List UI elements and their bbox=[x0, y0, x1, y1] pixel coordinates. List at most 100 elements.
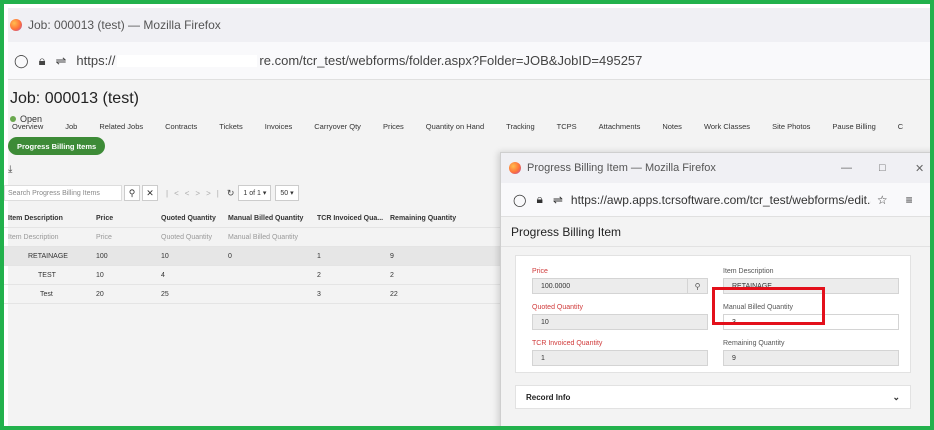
url-redaction bbox=[117, 54, 258, 67]
tab-related-jobs[interactable]: Related Jobs bbox=[99, 122, 143, 131]
tab-job[interactable]: Job bbox=[65, 122, 77, 131]
table-cell: 10 bbox=[161, 253, 169, 260]
remaining-quantity-value: 9 bbox=[732, 354, 736, 362]
popup-heading: Progress Billing Item bbox=[501, 217, 930, 247]
tab-tracking[interactable]: Tracking bbox=[506, 122, 534, 131]
table-cell: 20 bbox=[96, 291, 104, 298]
page-size-select[interactable]: 50 ▾ bbox=[275, 185, 299, 201]
job-tabs: Overview Job Related Jobs Contracts Tick… bbox=[12, 122, 930, 131]
pager-text: 1 of 1 bbox=[243, 189, 261, 197]
table-cell: Test bbox=[40, 291, 53, 298]
chevron-down-icon[interactable]: ⌄ bbox=[892, 392, 900, 403]
tab-progress-billing-items[interactable]: Progress Billing Items bbox=[8, 137, 106, 155]
billing-items-grid: Item Description Price Quoted Quantity M… bbox=[4, 209, 500, 304]
item-description-label: Item Description bbox=[723, 268, 774, 275]
popup-url-text: https://awp.apps.tcrsoftware.com/tcr_tes… bbox=[570, 192, 871, 207]
table-cell: 22 bbox=[390, 291, 398, 298]
close-window-icon[interactable]: ✕ bbox=[915, 162, 924, 175]
popup-url-bar[interactable]: ◯ 🔒︎ ⇌ https://awp.apps.tcrsoftware.com/… bbox=[501, 183, 930, 217]
tab-quantity-on-hand[interactable]: Quantity on Hand bbox=[426, 122, 484, 131]
table-cell: 100 bbox=[96, 253, 108, 260]
tab-overview[interactable]: Overview bbox=[12, 122, 43, 131]
tcr-invoiced-quantity-field[interactable]: 1 bbox=[532, 350, 708, 366]
price-label: Price bbox=[532, 268, 548, 275]
bookmark-star-icon[interactable]: ☆ bbox=[877, 193, 888, 207]
col-header[interactable]: Manual Billed Quantity bbox=[228, 215, 303, 222]
table-cell: 1 bbox=[317, 253, 321, 260]
search-icon[interactable]: ⚲ bbox=[687, 278, 707, 294]
shield-icon[interactable]: ◯ bbox=[14, 53, 29, 69]
refresh-icon[interactable]: ↻ bbox=[227, 188, 235, 199]
permissions-icon[interactable]: ⇌ bbox=[553, 193, 563, 207]
page-title: Job: 000013 (test) bbox=[10, 90, 139, 107]
popup-titlebar: Progress Billing Item — Mozilla Firefox … bbox=[501, 153, 930, 183]
tab-notes[interactable]: Notes bbox=[662, 122, 682, 131]
tcr-invoiced-quantity-label: TCR Invoiced Quantity bbox=[532, 340, 603, 347]
shield-icon[interactable]: ◯ bbox=[513, 193, 526, 207]
popup-window-title: Progress Billing Item — Mozilla Firefox bbox=[527, 162, 716, 174]
search-icon[interactable]: ⚲ bbox=[124, 185, 140, 201]
tab-contracts[interactable]: Contracts bbox=[165, 122, 197, 131]
grid-toolbar: Search Progress Billing Items ⚲ ✕ |<<>>|… bbox=[4, 184, 504, 202]
screenshot-frame: Job: 000013 (test) — Mozilla Firefox ◯ 🔒… bbox=[0, 0, 934, 430]
col-header[interactable]: Remaining Quantity bbox=[390, 215, 456, 222]
page-size-text: 50 bbox=[280, 189, 289, 197]
col-header[interactable]: TCR Invoiced Qua... bbox=[317, 215, 383, 222]
tcr-invoiced-quantity-value: 1 bbox=[541, 354, 545, 362]
remaining-quantity-field[interactable]: 9 bbox=[723, 350, 899, 366]
main-window-title: Job: 000013 (test) — Mozilla Firefox bbox=[28, 18, 221, 32]
close-icon[interactable]: ✕ bbox=[142, 185, 158, 201]
table-row[interactable]: TEST 10 4 2 2 bbox=[4, 266, 500, 285]
tab-tcps[interactable]: TCPS bbox=[557, 122, 577, 131]
maximize-icon[interactable]: □ bbox=[879, 162, 886, 174]
table-cell: 10 bbox=[96, 272, 104, 279]
download-icon[interactable]: ⤓ bbox=[8, 164, 12, 175]
table-cell: 9 bbox=[390, 253, 394, 260]
permissions-icon[interactable]: ⇌ bbox=[55, 53, 66, 69]
table-row[interactable]: Test 20 25 3 22 bbox=[4, 285, 500, 304]
search-input[interactable]: Search Progress Billing Items bbox=[4, 185, 122, 201]
popup-body: Price 100.0000 ⚲ Item Description RETAIN… bbox=[501, 247, 930, 426]
lock-icon[interactable]: 🔒︎ bbox=[536, 192, 542, 207]
minimize-icon[interactable]: — bbox=[841, 162, 852, 174]
table-cell: TEST bbox=[38, 272, 56, 279]
quoted-quantity-label: Quoted Quantity bbox=[532, 304, 583, 311]
lock-icon[interactable]: 🔒︎ bbox=[39, 53, 46, 69]
url-prefix: https:// bbox=[76, 53, 116, 68]
filter-input[interactable]: Price bbox=[96, 234, 112, 241]
tab-prices[interactable]: Prices bbox=[383, 122, 404, 131]
record-info-panel[interactable]: Record Info ⌄ bbox=[515, 385, 911, 409]
quoted-quantity-value: 10 bbox=[541, 318, 549, 326]
quoted-quantity-field[interactable]: 10 bbox=[532, 314, 708, 330]
price-value: 100.0000 bbox=[541, 282, 571, 290]
tab-site-photos[interactable]: Site Photos bbox=[772, 122, 810, 131]
table-cell: 0 bbox=[228, 253, 232, 260]
table-cell: 2 bbox=[390, 272, 394, 279]
tab-tickets[interactable]: Tickets bbox=[219, 122, 242, 131]
main-url-bar[interactable]: ◯ 🔒︎ ⇌ https:// re.com/tcr_test/webforms… bbox=[8, 42, 930, 80]
pager-select[interactable]: 1 of 1 ▾ bbox=[238, 185, 272, 201]
grid-filter-row: Item Description Price Quoted Quantity M… bbox=[4, 228, 500, 247]
col-header[interactable]: Quoted Quantity bbox=[161, 215, 216, 222]
tab-invoices[interactable]: Invoices bbox=[265, 122, 293, 131]
tab-work-classes[interactable]: Work Classes bbox=[704, 122, 750, 131]
col-header[interactable]: Price bbox=[96, 215, 113, 222]
tab-attachments[interactable]: Attachments bbox=[599, 122, 641, 131]
filter-input[interactable]: Quoted Quantity bbox=[161, 234, 212, 241]
filter-input[interactable]: Manual Billed Quantity bbox=[228, 234, 298, 241]
table-row[interactable]: RETAINAGE 100 10 0 1 9 bbox=[4, 247, 500, 266]
tab-carryover-qty[interactable]: Carryover Qty bbox=[314, 122, 361, 131]
tab-more[interactable]: C bbox=[898, 122, 903, 131]
table-cell: 2 bbox=[317, 272, 321, 279]
main-titlebar: Job: 000013 (test) — Mozilla Firefox bbox=[8, 8, 930, 42]
pager-arrows-icon[interactable]: |<<>>| bbox=[166, 189, 225, 198]
url-suffix: re.com/tcr_test/webforms/folder.aspx?Fol… bbox=[259, 53, 643, 68]
filter-input[interactable]: Item Description bbox=[8, 234, 59, 241]
firefox-icon bbox=[509, 162, 521, 174]
price-field[interactable]: 100.0000 ⚲ bbox=[532, 278, 708, 294]
menu-icon[interactable]: ≡ bbox=[906, 193, 913, 207]
col-header[interactable]: Item Description bbox=[8, 215, 63, 222]
tab-pause-billing[interactable]: Pause Billing bbox=[832, 122, 875, 131]
table-cell: 3 bbox=[317, 291, 321, 298]
table-cell: 4 bbox=[161, 272, 165, 279]
